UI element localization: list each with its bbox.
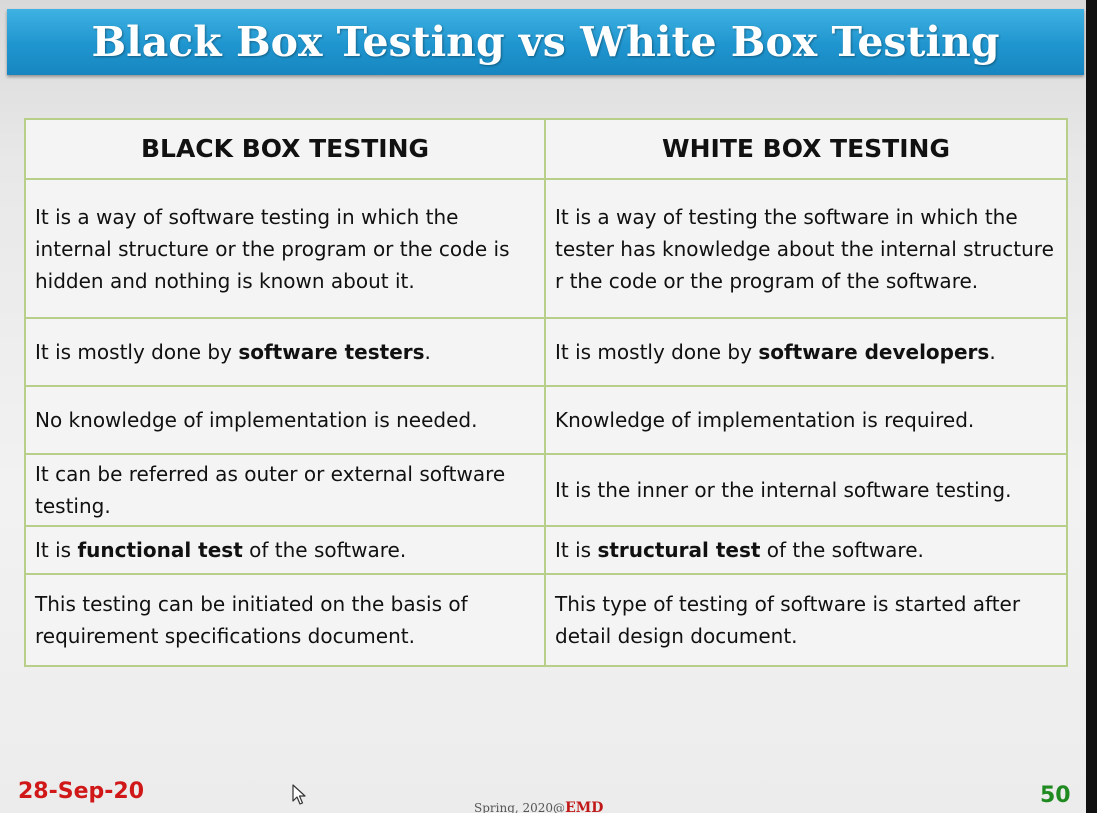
cell-text: of the software. <box>760 538 924 562</box>
header-black-box: BLACK BOX TESTING <box>24 118 546 180</box>
cell-black-definition: It is a way of software testing in which… <box>24 178 546 319</box>
cell-bold-text: functional test <box>77 538 243 562</box>
cell-text: It is <box>35 538 78 562</box>
header-white-box: WHITE BOX TESTING <box>544 118 1068 180</box>
slide-title: Black Box Testing vs White Box Testing <box>91 18 1000 66</box>
slide-date: 28-Sep-20 <box>18 779 145 804</box>
table-row: It can be referred as outer or external … <box>24 453 1068 527</box>
table-row: It is mostly done by software testers. I… <box>24 317 1068 387</box>
table-row: No knowledge of implementation is needed… <box>24 385 1068 455</box>
footer-credit: Spring, 2020@EMD <box>474 800 603 813</box>
cell-black-test-type: It is functional test of the software. <box>24 525 546 575</box>
cell-black-referred: It can be referred as outer or external … <box>24 453 546 527</box>
cell-white-initiation: This type of testing of software is star… <box>544 573 1068 667</box>
cell-text: It is mostly done by <box>35 340 239 364</box>
table-row: It is a way of software testing in which… <box>24 178 1068 319</box>
cell-text: It is <box>555 538 598 562</box>
window-edge <box>1086 0 1097 813</box>
cell-text: . <box>424 340 431 364</box>
cell-bold-text: software developers <box>758 340 990 364</box>
footer-credit-brand: EMD <box>565 800 604 813</box>
table-row: This testing can be initiated on the bas… <box>24 573 1068 667</box>
cell-white-test-type: It is structural test of the software. <box>544 525 1068 575</box>
page-number: 50 <box>1040 783 1071 808</box>
comparison-table: BLACK BOX TESTING WHITE BOX TESTING It i… <box>24 118 1068 667</box>
cell-black-knowledge: No knowledge of implementation is needed… <box>24 385 546 455</box>
footer-credit-prefix: Spring, 2020@ <box>474 801 566 813</box>
title-bar: Black Box Testing vs White Box Testing <box>7 9 1084 75</box>
cell-white-done-by: It is mostly done by software developers… <box>544 317 1068 387</box>
mouse-pointer-icon <box>292 784 306 805</box>
cell-bold-text: software testers <box>238 340 425 364</box>
slide: Black Box Testing vs White Box Testing B… <box>0 0 1086 813</box>
cell-white-referred: It is the inner or the internal software… <box>544 453 1068 527</box>
cell-text: . <box>989 340 996 364</box>
cell-black-done-by: It is mostly done by software testers. <box>24 317 546 387</box>
cell-black-initiation: This testing can be initiated on the bas… <box>24 573 546 667</box>
table-row: It is functional test of the software. I… <box>24 525 1068 575</box>
table-header-row: BLACK BOX TESTING WHITE BOX TESTING <box>24 118 1068 180</box>
cell-text: of the software. <box>242 538 407 562</box>
cell-white-knowledge: Knowledge of implementation is required. <box>544 385 1068 455</box>
cell-bold-text: structural test <box>597 538 761 562</box>
cell-white-definition: It is a way of testing the software in w… <box>544 178 1068 319</box>
cell-text: It is mostly done by <box>555 340 759 364</box>
